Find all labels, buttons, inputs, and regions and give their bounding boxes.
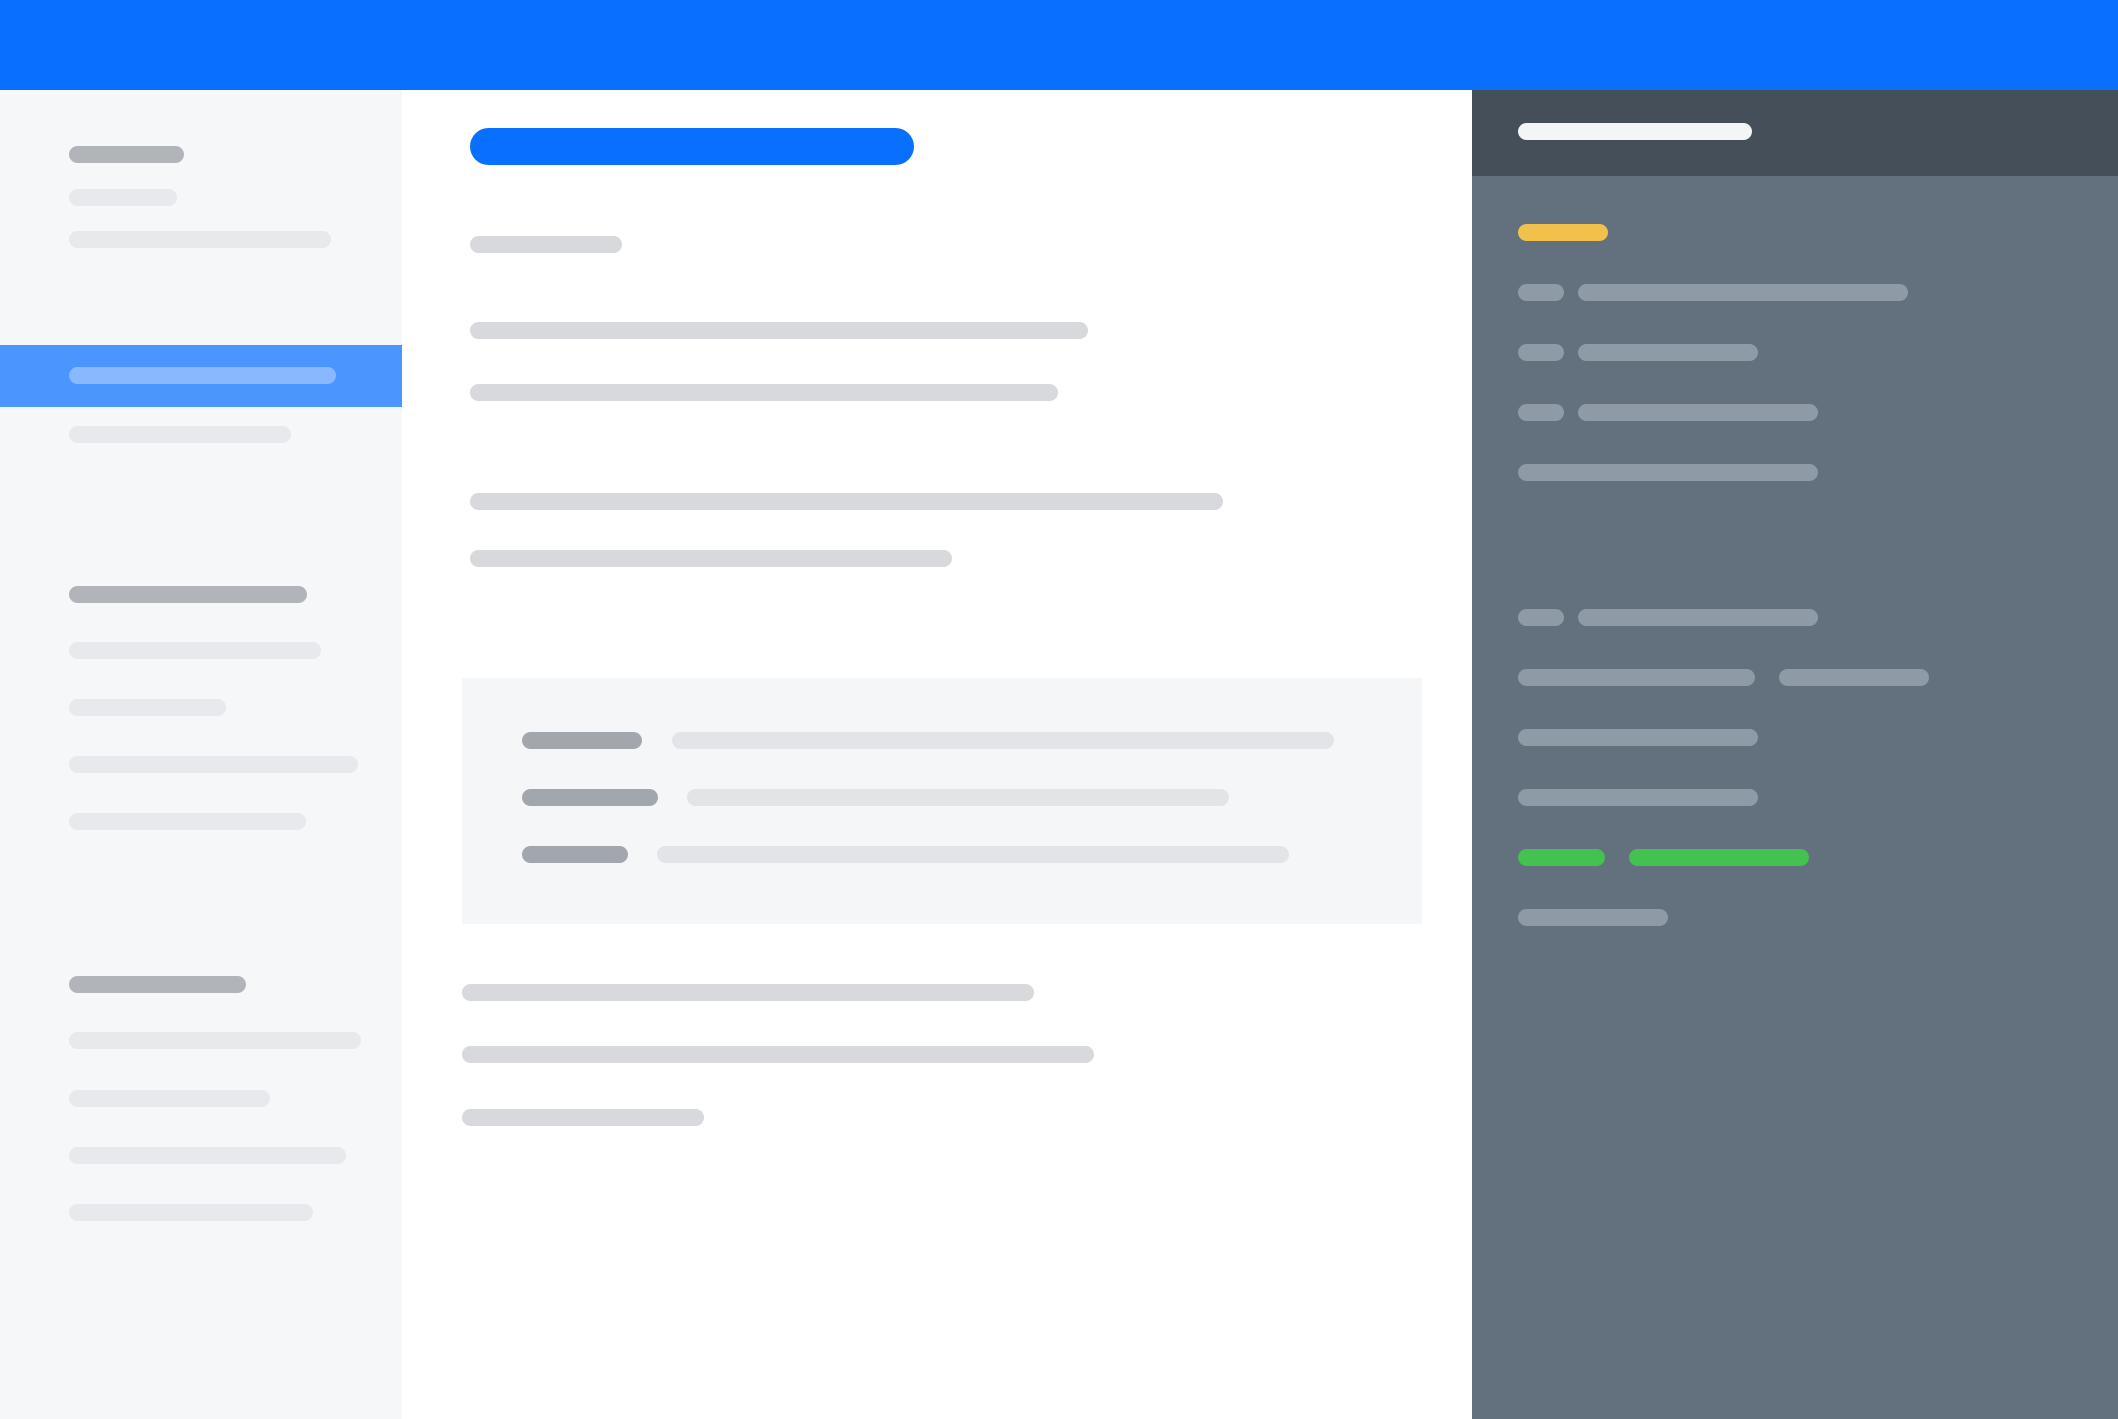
info-value xyxy=(672,732,1334,749)
sidebar-item-label xyxy=(69,367,336,384)
sidebar-item[interactable] xyxy=(69,756,358,773)
details-value xyxy=(1518,464,1818,481)
details-value xyxy=(1578,609,1818,626)
paragraph-line xyxy=(462,1046,1094,1063)
details-label xyxy=(1518,404,1564,421)
details-value xyxy=(1518,789,1758,806)
info-key xyxy=(522,846,628,863)
details-value xyxy=(1518,729,1758,746)
details-panel-title xyxy=(1518,123,1752,140)
details-label xyxy=(1518,284,1564,301)
page-title xyxy=(470,128,914,165)
details-value xyxy=(1578,284,1908,301)
details-label xyxy=(1518,344,1564,361)
sidebar-section-heading xyxy=(69,146,184,163)
info-value xyxy=(687,789,1229,806)
sidebar-item[interactable] xyxy=(69,1032,361,1049)
paragraph-line xyxy=(470,322,1088,339)
details-label xyxy=(1518,669,1755,686)
sidebar-section-heading xyxy=(69,976,246,993)
paragraph-line xyxy=(470,493,1223,510)
info-key xyxy=(522,789,658,806)
status-badge xyxy=(1518,224,1608,241)
sidebar-section-heading xyxy=(69,586,307,603)
details-value xyxy=(1518,909,1668,926)
details-value xyxy=(1779,669,1929,686)
paragraph-line xyxy=(470,384,1058,401)
top-bar xyxy=(0,0,2118,90)
sidebar-navigation xyxy=(0,90,402,1419)
paragraph-line xyxy=(470,550,952,567)
sidebar-item[interactable] xyxy=(69,813,306,830)
paragraph-line xyxy=(462,984,1034,1001)
sidebar-item[interactable] xyxy=(69,426,291,443)
details-value xyxy=(1578,344,1758,361)
sidebar-item-selected[interactable] xyxy=(0,345,402,407)
sidebar-item[interactable] xyxy=(69,231,331,248)
sidebar-item[interactable] xyxy=(69,189,177,206)
details-panel-header xyxy=(1472,90,2118,176)
paragraph-line xyxy=(462,1109,704,1126)
sidebar-item[interactable] xyxy=(69,1090,270,1107)
details-label xyxy=(1518,609,1564,626)
details-panel xyxy=(1472,90,2118,1419)
sidebar-item[interactable] xyxy=(69,1204,313,1221)
sidebar-item[interactable] xyxy=(69,699,226,716)
info-value xyxy=(657,846,1289,863)
sidebar-item[interactable] xyxy=(69,642,321,659)
main-content xyxy=(402,90,1472,1419)
details-value xyxy=(1578,404,1818,421)
sidebar-item[interactable] xyxy=(69,1147,346,1164)
status-indicator-label xyxy=(1518,849,1605,866)
status-indicator-value xyxy=(1629,849,1809,866)
page-subtitle xyxy=(470,236,622,253)
info-box xyxy=(462,678,1422,924)
info-key xyxy=(522,732,642,749)
